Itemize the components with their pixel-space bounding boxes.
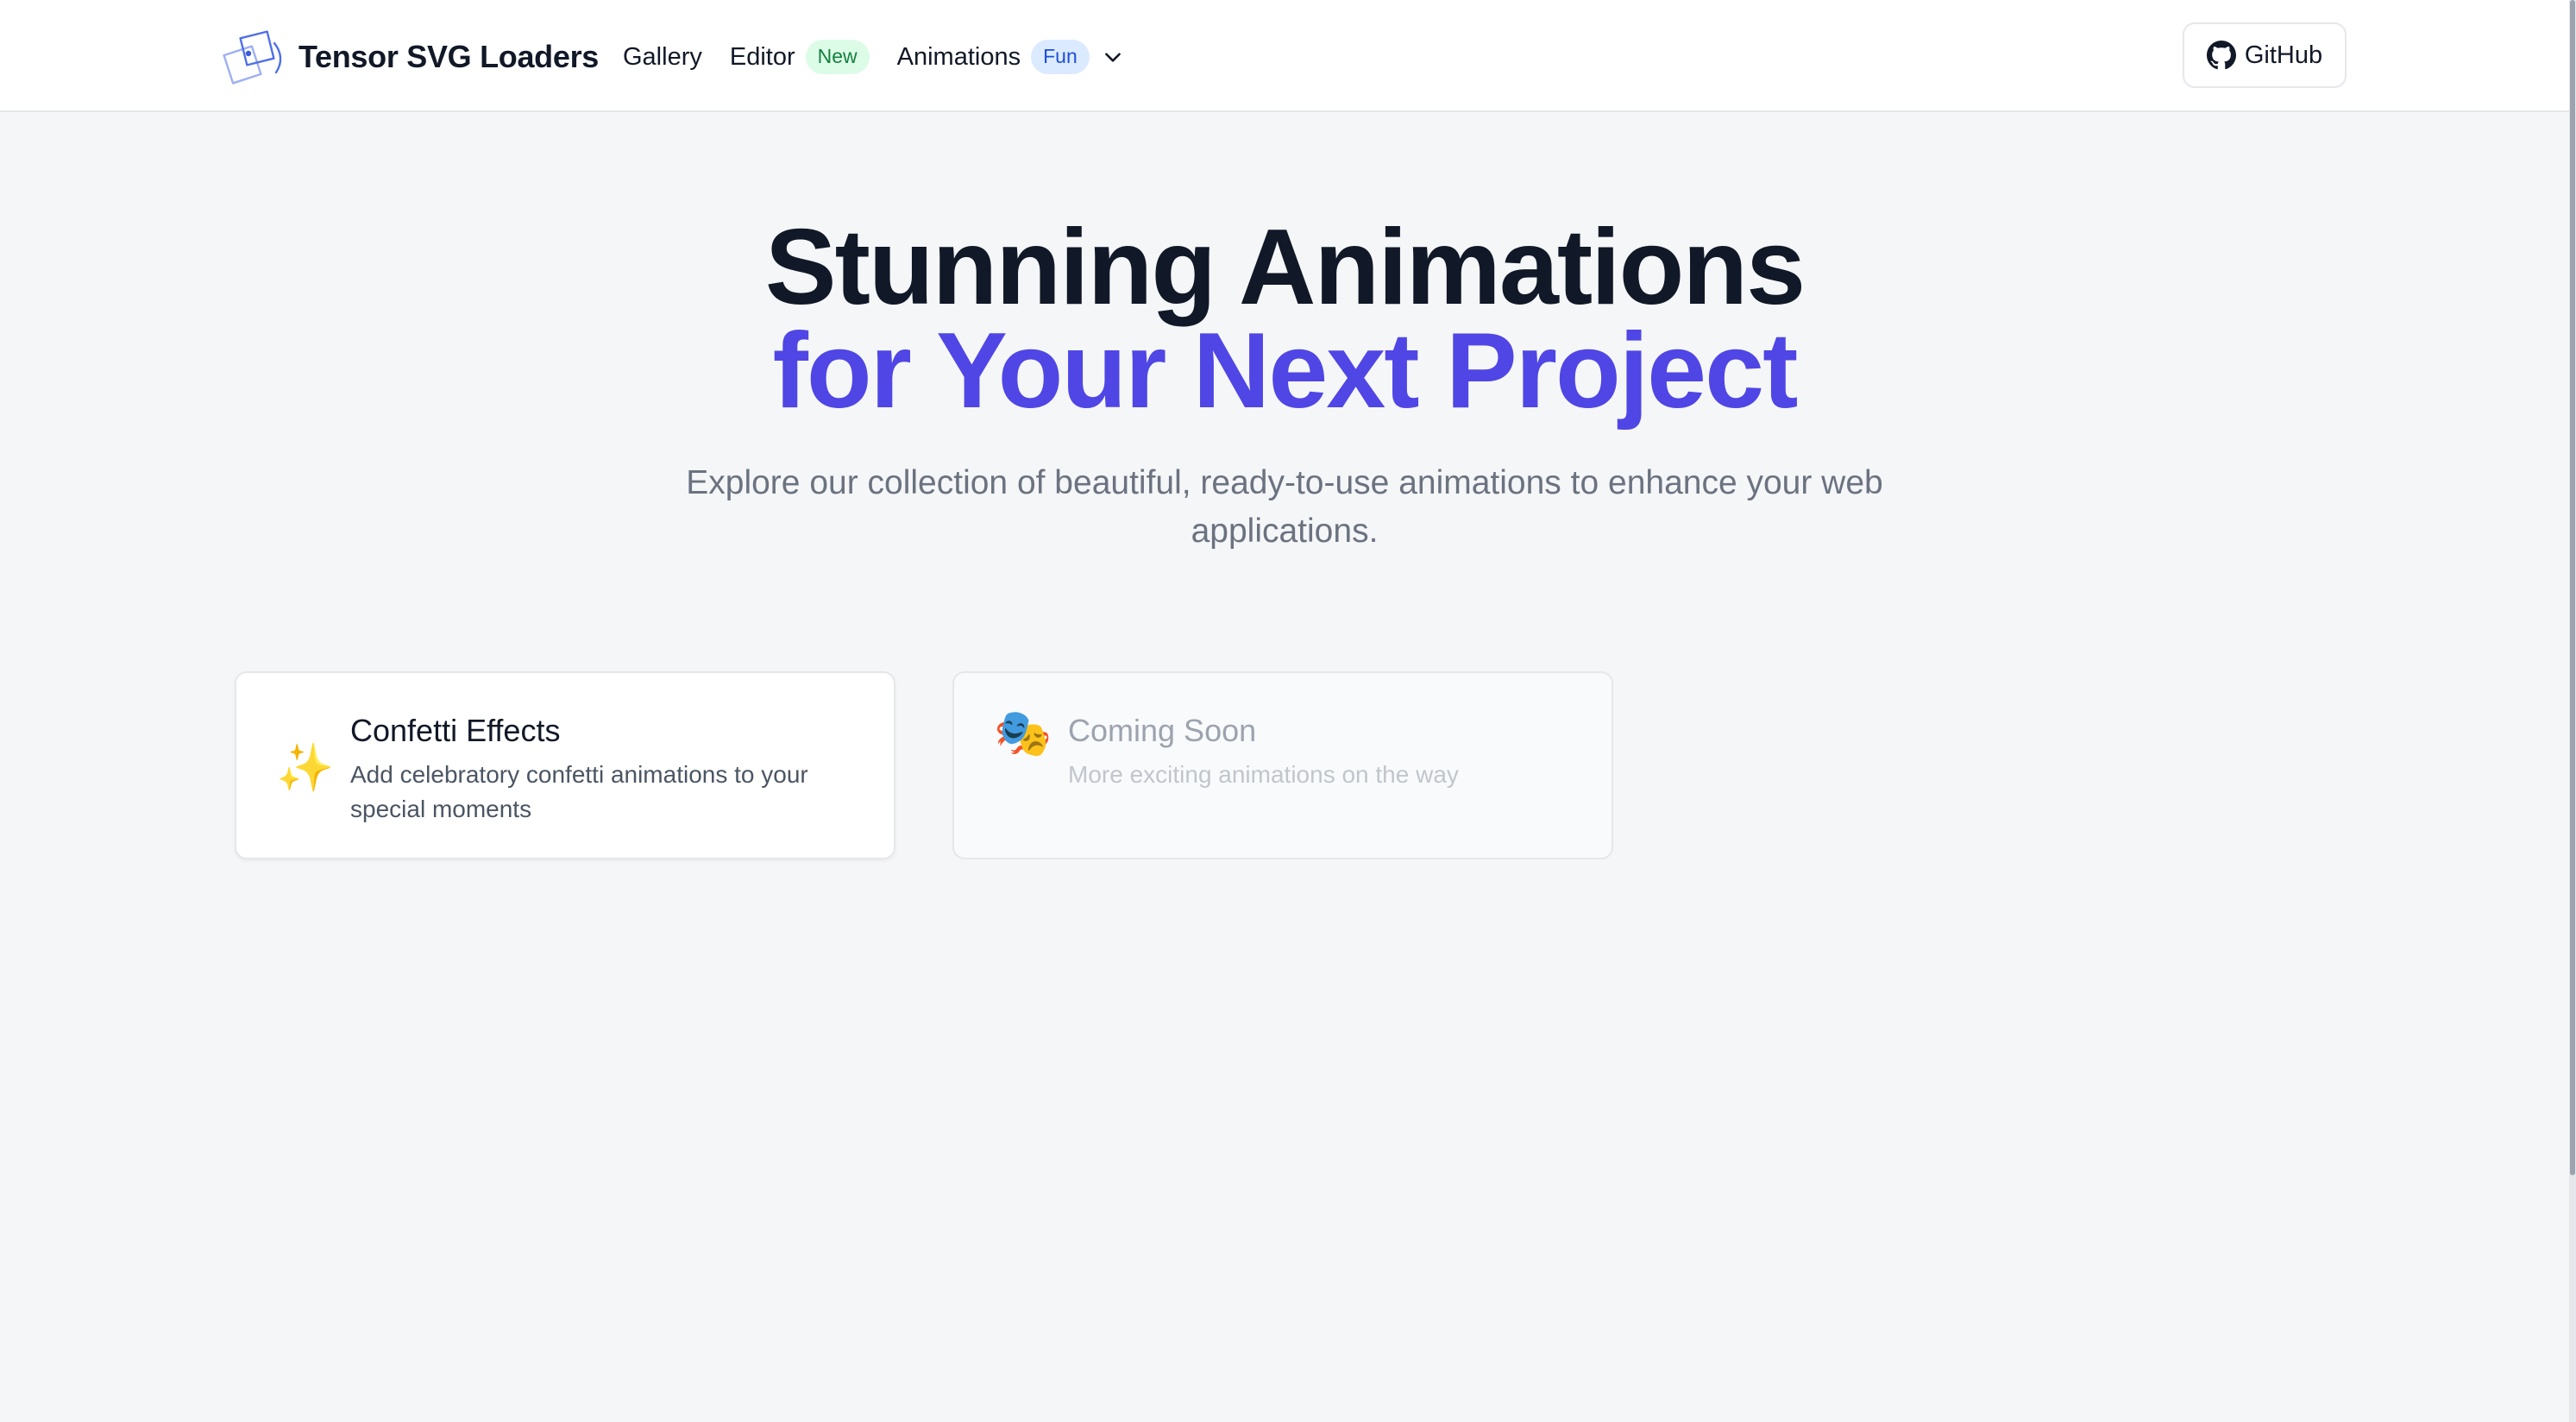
new-badge: New	[805, 40, 870, 74]
hero-title-line2: for Your Next Project	[772, 311, 1799, 431]
card-coming-soon: 🎭 Coming Soon More exciting animations o…	[952, 671, 1613, 859]
hero-title-line1: Stunning Animations	[764, 208, 1806, 327]
nav-animations-dropdown[interactable]: Animations Fun	[897, 40, 1124, 74]
chevron-down-icon	[1104, 53, 1121, 62]
hero-section: Stunning Animations for Your Next Projec…	[0, 208, 2569, 556]
hero-title: Stunning Animations for Your Next Projec…	[0, 208, 2569, 431]
theater-masks-icon: 🎭	[994, 708, 1052, 759]
github-label: GitHub	[2244, 41, 2323, 69]
sparkles-icon: ✨	[276, 742, 335, 794]
github-button[interactable]: GitHub	[2183, 22, 2347, 88]
stacked-squares-logo-icon	[223, 30, 282, 85]
nav-gallery-label: Gallery	[623, 42, 702, 71]
card-title: Coming Soon	[1068, 713, 1257, 748]
nav-editor-label: Editor	[729, 42, 795, 71]
hero-subtitle: Explore our collection of beautiful, rea…	[686, 464, 1883, 550]
card-description: Add celebratory confetti animations to y…	[350, 761, 808, 822]
main-nav: Gallery Editor New Animations Fun	[623, 24, 1124, 90]
nav-editor[interactable]: Editor New	[730, 40, 870, 74]
github-icon	[2206, 41, 2236, 70]
card-confetti-effects[interactable]: ✨ Confetti Effects Add celebratory confe…	[235, 671, 895, 859]
scrollbar-thumb[interactable]	[2570, 0, 2575, 1175]
nav-gallery[interactable]: Gallery	[623, 43, 702, 72]
nav-animations-label: Animations	[896, 42, 1021, 71]
vertical-scrollbar[interactable]	[2569, 0, 2576, 1422]
fun-badge: Fun	[1031, 40, 1090, 74]
brand-link[interactable]: Tensor SVG Loaders	[221, 24, 599, 90]
card-title: Confetti Effects	[350, 713, 561, 748]
site-header: Tensor SVG Loaders Gallery Editor New An…	[0, 0, 2569, 112]
card-description: More exciting animations on the way	[1068, 761, 1459, 788]
brand-name: Tensor SVG Loaders	[298, 39, 600, 74]
